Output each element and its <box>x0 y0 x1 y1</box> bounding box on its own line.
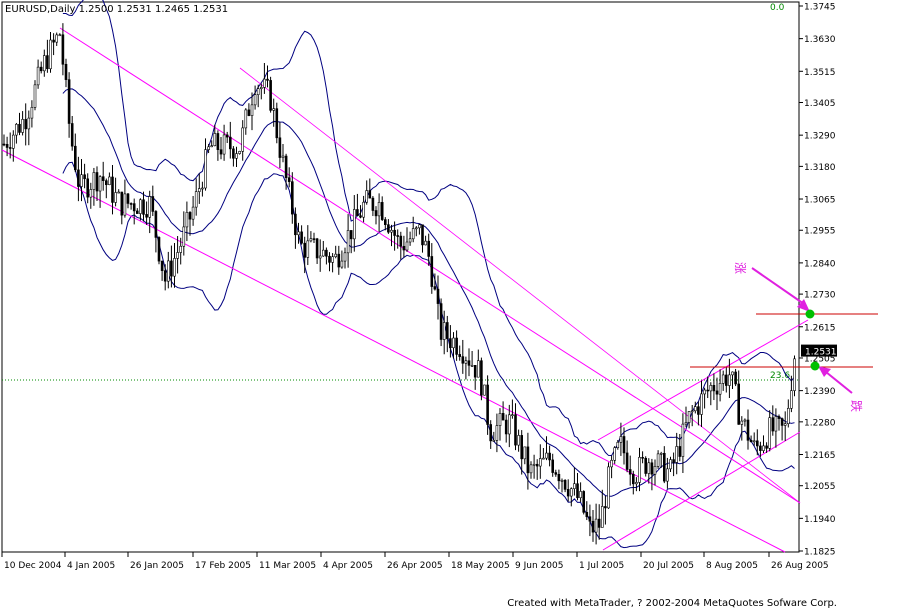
candle <box>607 462 610 509</box>
x-tick-label: 17 Feb 2005 <box>195 561 251 571</box>
fib-top-label: 0.0 <box>770 3 785 13</box>
y-tick-label: 1.2055 <box>804 482 836 492</box>
x-tick-label: 9 Jun 2005 <box>515 561 563 571</box>
candle <box>157 236 161 265</box>
x-tick-label: 20 Jul 2005 <box>643 561 694 571</box>
x-tick-label: 18 May 2005 <box>451 561 510 571</box>
y-tick-label: 1.3630 <box>804 35 836 45</box>
y-tick-label: 1.3745 <box>804 3 836 13</box>
y-tick-label: 1.3180 <box>804 163 836 173</box>
x-tick-label: 4 Jan 2005 <box>67 561 115 571</box>
y-tick-label: 1.2165 <box>804 451 836 461</box>
candle <box>439 298 443 347</box>
candle <box>582 490 586 515</box>
x-tick-label: 10 Dec 2004 <box>4 561 62 571</box>
y-tick-label: 1.3065 <box>804 196 836 206</box>
x-tick-label: 26 Jan 2005 <box>130 561 184 571</box>
y-tick-label: 1.1825 <box>804 548 836 558</box>
candle <box>275 102 279 144</box>
y-tick-label: 1.2730 <box>804 291 836 301</box>
candle <box>269 76 272 113</box>
x-tick-label: 4 Apr 2005 <box>323 561 373 571</box>
y-tick-label: 1.2955 <box>804 227 836 237</box>
candle <box>483 384 486 396</box>
candle <box>33 80 37 111</box>
candle <box>793 355 796 397</box>
y-tick-label: 1.2505 <box>804 354 836 364</box>
y-tick-label: 1.3290 <box>804 132 836 142</box>
y-tick-label: 1.2280 <box>804 418 836 428</box>
y-tick-label: 1.2840 <box>804 259 836 269</box>
y-tick-label: 1.2615 <box>804 323 836 333</box>
y-tick-label: 1.1940 <box>804 515 836 525</box>
x-tick-label: 26 Aug 2005 <box>771 561 829 571</box>
candle <box>480 357 483 401</box>
x-tick-label: 8 Aug 2005 <box>706 561 758 571</box>
signal-marker-upper <box>805 309 815 319</box>
x-tick-label: 26 Apr 2005 <box>387 561 443 571</box>
candle <box>644 456 648 477</box>
annotation-fall: 跌 <box>849 400 864 412</box>
annotation-rise: 涨 <box>733 262 748 274</box>
x-tick-label: 11 Mar 2005 <box>259 561 316 571</box>
chart-canvas: 23.6 涨跌1.2531 1.37451.36301.35151.34051.… <box>0 0 911 610</box>
x-tick-label: 1 Jul 2005 <box>579 561 624 571</box>
y-tick-label: 1.3515 <box>804 68 836 78</box>
chart-header: EURUSD,Daily 1.2500 1.2531 1.2465 1.2531 <box>5 4 228 15</box>
y-tick-label: 1.2390 <box>804 387 836 397</box>
footer-credit: Created with MetaTrader, ? 2002-2004 Met… <box>507 598 837 609</box>
y-tick-label: 1.3405 <box>804 99 836 109</box>
